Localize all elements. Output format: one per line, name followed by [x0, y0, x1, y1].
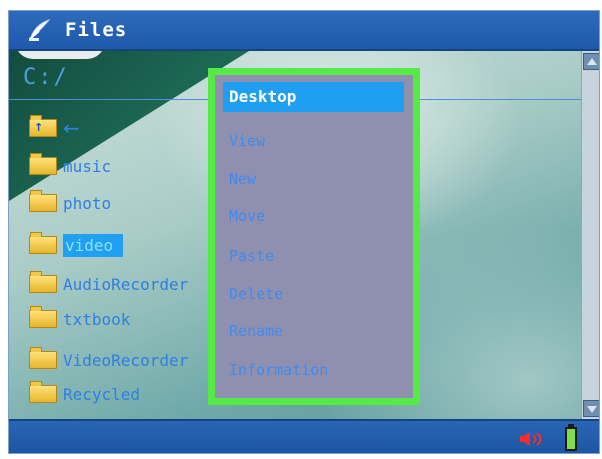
- files-app-icon: [29, 18, 51, 41]
- file-name: photo: [63, 193, 112, 213]
- battery-icon: [565, 424, 577, 451]
- list-item-music[interactable]: music: [29, 153, 111, 179]
- scroll-down-button[interactable]: [583, 400, 599, 417]
- folder-icon: [29, 306, 57, 328]
- folder-icon: [29, 271, 57, 293]
- folder-icon: [29, 347, 57, 369]
- menu-item-information[interactable]: Information: [229, 361, 328, 379]
- context-menu: Desktop View New Move Paste Delete Renam…: [208, 68, 420, 405]
- folder-up-icon: ↑: [29, 115, 57, 137]
- file-name: Recycled: [63, 384, 141, 404]
- back-arrow-icon: ←: [63, 116, 80, 140]
- parent-directory-row[interactable]: ↑ ←: [29, 115, 80, 141]
- file-name: txtbook: [63, 309, 131, 329]
- speaker-muted-icon: [520, 432, 542, 446]
- title-bar: Files: [9, 11, 599, 51]
- device-frame: Files C:/ ↑ ← music photo video AudioRec…: [0, 0, 602, 459]
- menu-item-move[interactable]: Move: [229, 207, 265, 225]
- folder-icon: [29, 190, 57, 212]
- list-item-video[interactable]: video: [29, 232, 124, 258]
- scroll-up-button[interactable]: [583, 53, 599, 70]
- file-name: video: [63, 233, 124, 257]
- menu-header-desktop[interactable]: Desktop: [223, 82, 404, 112]
- folder-icon: [29, 381, 57, 403]
- vertical-scrollbar[interactable]: [581, 51, 599, 419]
- menu-header-label: Desktop: [229, 87, 297, 106]
- file-name: music: [63, 156, 112, 176]
- status-bar: [9, 419, 599, 453]
- menu-item-view[interactable]: View: [229, 132, 265, 150]
- list-item-videorecorder[interactable]: VideoRecorder: [29, 347, 188, 373]
- folder-icon: [29, 232, 57, 254]
- folder-icon: [29, 153, 57, 175]
- list-item-photo[interactable]: photo: [29, 190, 111, 216]
- list-item-recycled[interactable]: Recycled: [29, 381, 140, 407]
- menu-item-paste[interactable]: Paste: [229, 247, 274, 265]
- menu-item-delete[interactable]: Delete: [229, 285, 283, 303]
- list-item-txtbook[interactable]: txtbook: [29, 306, 130, 332]
- menu-item-rename[interactable]: Rename: [229, 322, 283, 340]
- window-title: Files: [65, 19, 128, 41]
- list-item-audiorecorder[interactable]: AudioRecorder: [29, 271, 188, 297]
- file-name: VideoRecorder: [63, 350, 189, 370]
- file-name: AudioRecorder: [63, 274, 189, 294]
- menu-item-new[interactable]: New: [229, 170, 256, 188]
